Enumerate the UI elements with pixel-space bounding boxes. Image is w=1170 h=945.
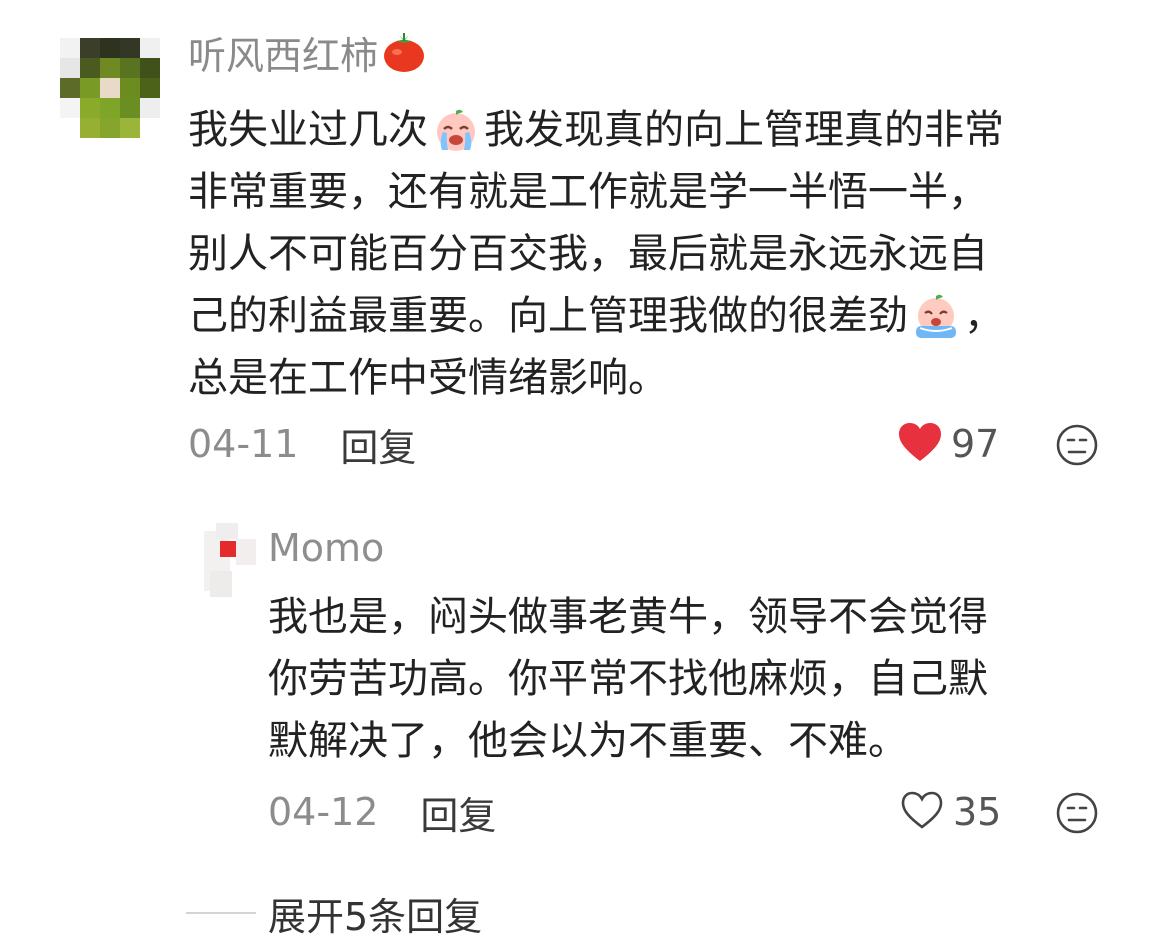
comment-line: 我失业过几次 我发现真的向上管理真的非常 — [188, 99, 1004, 161]
comment-text-segment: 别人不可能百分百交我，最后就是永远永远自 — [188, 231, 988, 277]
reply-dislike-icon[interactable] — [1055, 791, 1099, 839]
reply-avatar[interactable] — [200, 517, 258, 601]
username-text: 听风西红柿 — [188, 33, 379, 78]
sobbing-emoji-icon — [912, 292, 960, 340]
comment-text-segment: 己的利益最重要。向上管理我做的很差劲 — [188, 293, 908, 339]
reply-line: 你劳苦功高。你平常不找他麻烦，自己默 — [268, 656, 988, 702]
expand-replies-label: 展开5条回复 — [268, 894, 483, 939]
comment-text-segment: 我发现真的向上管理真的非常 — [484, 107, 1004, 153]
comment-date: 04-11 — [188, 422, 299, 466]
reply-button[interactable]: 回复 — [340, 417, 416, 472]
avatar[interactable] — [60, 38, 160, 138]
comment-line: 别人不可能百分百交我，最后就是永远永远自 — [188, 223, 1004, 285]
comment-username[interactable]: 听风西红柿 — [188, 24, 426, 80]
comment-text-segment: 非常重要，还有就是工作就是学一半悟一半， — [188, 169, 988, 215]
reply-meta: 04-12 回复 — [268, 784, 496, 840]
comment-line: 己的利益最重要。向上管理我做的很差劲 ， — [188, 285, 1004, 347]
like-count: 97 — [951, 422, 1000, 466]
comment-line: 非常重要，还有就是工作就是学一半悟一半， — [188, 161, 1004, 223]
comment-text-segment: 我失业过几次 — [188, 107, 428, 153]
divider — [186, 912, 256, 914]
like-button[interactable]: 97 — [897, 416, 999, 472]
reply-line: 我也是，闷头做事老黄牛，领导不会觉得 — [268, 594, 988, 640]
reply-reply-button[interactable]: 回复 — [420, 785, 496, 840]
comment-text-segment: ， — [964, 293, 1004, 339]
heart-filled-icon — [897, 421, 943, 467]
heart-outline-icon — [899, 789, 945, 835]
comment-text: 我失业过几次 我发现真的向上管理真的非常 非常重要，还有就是工作就是学一半悟一半… — [188, 99, 1004, 409]
tomato-icon — [382, 30, 426, 74]
comment-line: 总是在工作中受情绪影响。 — [188, 347, 1004, 409]
reply-like-button[interactable]: 35 — [899, 784, 1001, 840]
reply-date: 04-12 — [268, 790, 379, 834]
comment-meta: 04-11 回复 — [188, 416, 416, 472]
expand-replies[interactable]: 展开5条回复 — [186, 885, 482, 941]
reply-like-count: 35 — [953, 790, 1002, 834]
reply-text: 我也是，闷头做事老黄牛，领导不会觉得 你劳苦功高。你平常不找他麻烦，自己默 默解… — [268, 586, 988, 772]
reply-line: 默解决了，他会以为不重要、不难。 — [268, 718, 908, 764]
comment-text-segment: 总是在工作中受情绪影响。 — [188, 355, 668, 401]
reply-username[interactable]: Momo — [268, 523, 384, 573]
dislike-icon[interactable] — [1055, 423, 1099, 471]
crying-emoji-icon — [432, 106, 480, 154]
